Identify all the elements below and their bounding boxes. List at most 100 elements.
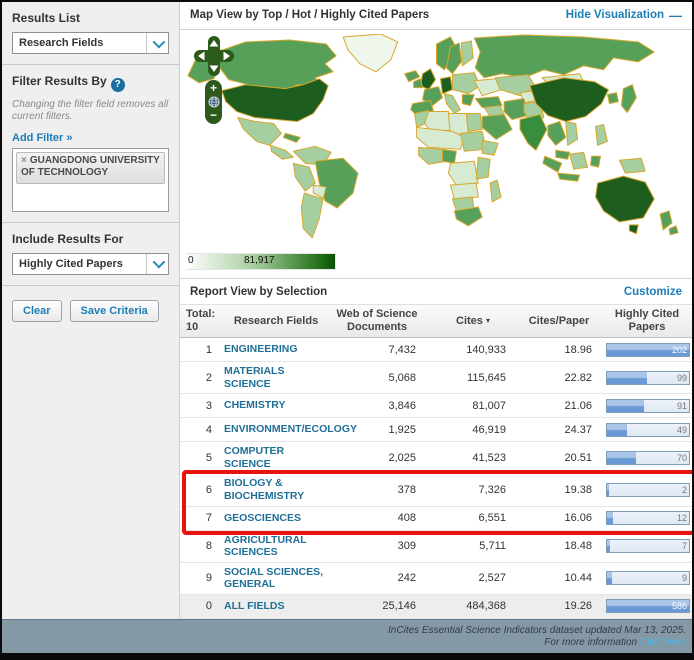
- row-wos-documents: 1,925: [328, 424, 430, 436]
- row-rank: 3: [180, 400, 216, 412]
- row-cites-per-paper: 18.48: [520, 540, 602, 552]
- filter-tag[interactable]: ×GUANGDONG UNIVERSITY OF TECHNOLOGY: [16, 152, 165, 184]
- include-results-label: Include Results For: [12, 232, 169, 246]
- row-cites-per-paper: 24.37: [520, 424, 602, 436]
- row-cites-per-paper: 18.96: [520, 344, 602, 356]
- column-header-highly-cited-papers: Highly Cited Papers: [602, 308, 692, 333]
- remove-filter-icon[interactable]: ×: [21, 155, 27, 166]
- row-cites: 140,933: [430, 344, 520, 356]
- clear-button[interactable]: Clear: [12, 300, 62, 322]
- filter-results-label: Filter Results By?: [12, 74, 169, 92]
- hide-visualization-link[interactable]: Hide Visualization: [566, 9, 664, 21]
- row-cites: 2,527: [430, 572, 520, 584]
- scale-min-label: 0: [188, 255, 194, 266]
- footer-more-info: For more information Click Here: [544, 637, 686, 648]
- filter-note: Changing the filter field removes all cu…: [12, 99, 169, 124]
- zoom-out-button[interactable]: −: [205, 109, 222, 122]
- save-criteria-button[interactable]: Save Criteria: [70, 300, 159, 322]
- row-cites-per-paper: 20.51: [520, 452, 602, 464]
- highly-cited-value: 49: [677, 425, 687, 435]
- results-list-label: Results List: [12, 11, 169, 25]
- row-cites-per-paper: 19.38: [520, 484, 602, 496]
- research-field-link[interactable]: CHEMISTRY: [224, 399, 285, 412]
- highly-cited-value: 586: [672, 601, 687, 611]
- column-header-total: Total: 10: [180, 308, 216, 333]
- row-rank: 7: [180, 512, 216, 524]
- column-header-wos-documents: Web of Science Documents: [328, 308, 430, 333]
- map-view-title: Map View by Top / Hot / Highly Cited Pap…: [190, 9, 429, 21]
- row-rank: 5: [180, 452, 216, 464]
- row-rank: 2: [180, 372, 216, 384]
- map-pan-control[interactable]: [194, 36, 234, 76]
- row-cites: 41,523: [430, 452, 520, 464]
- highly-cited-bar: 99: [606, 371, 690, 385]
- add-filter-link[interactable]: Add Filter »: [12, 132, 73, 144]
- column-header-cites[interactable]: Cites ▾: [430, 315, 520, 328]
- row-wos-documents: 2,025: [328, 452, 430, 464]
- results-list-select[interactable]: Research Fields: [12, 32, 169, 54]
- highly-cited-bar: 12: [606, 511, 690, 525]
- row-cites-per-paper: 22.82: [520, 372, 602, 384]
- row-cites-per-paper: 21.06: [520, 400, 602, 412]
- research-field-link[interactable]: COMPUTER SCIENCE: [224, 445, 328, 470]
- report-table: Total: 10 Research Fields Web of Science…: [180, 305, 692, 619]
- highly-cited-value: 12: [677, 513, 687, 523]
- row-wos-documents: 25,146: [328, 600, 430, 612]
- highly-cited-bar: 202: [606, 343, 690, 357]
- highly-cited-bar: 7: [606, 539, 690, 553]
- filter-tag-label: GUANGDONG UNIVERSITY OF TECHNOLOGY: [21, 155, 160, 179]
- row-wos-documents: 3,846: [328, 400, 430, 412]
- row-cites: 484,368: [430, 600, 520, 612]
- row-wos-documents: 242: [328, 572, 430, 584]
- research-field-link[interactable]: ALL FIELDS: [224, 600, 284, 613]
- row-rank: 9: [180, 572, 216, 584]
- report-view-title: Report View by Selection: [190, 286, 327, 298]
- table-row: 7 GEOSCIENCES 408 6,551 16.06 12: [180, 507, 692, 531]
- table-row: 3 CHEMISTRY 3,846 81,007 21.06 91: [180, 394, 692, 418]
- research-field-link[interactable]: MATERIALS SCIENCE: [224, 365, 328, 390]
- research-field-link[interactable]: ENGINEERING: [224, 343, 298, 356]
- main-panel: Map View by Top / Hot / Highly Cited Pap…: [180, 2, 692, 619]
- results-list-selected-value: Research Fields: [19, 37, 103, 49]
- sort-descending-icon: ▾: [486, 316, 490, 325]
- row-cites: 5,711: [430, 540, 520, 552]
- collapse-icon[interactable]: —: [669, 8, 682, 23]
- table-row: 9 SOCIAL SCIENCES, GENERAL 242 2,527 10.…: [180, 563, 692, 595]
- chevron-down-icon: [146, 254, 168, 274]
- row-cites: 81,007: [430, 400, 520, 412]
- highly-cited-bar: 91: [606, 399, 690, 413]
- row-cites-per-paper: 19.26: [520, 600, 602, 612]
- table-row: 4 ENVIRONMENT/ECOLOGY 1,925 46,919 24.37…: [180, 418, 692, 442]
- row-wos-documents: 309: [328, 540, 430, 552]
- row-rank: 0: [180, 600, 216, 612]
- highly-cited-value: 9: [682, 573, 687, 583]
- highly-cited-value: 91: [677, 401, 687, 411]
- highly-cited-bar: 2: [606, 483, 690, 497]
- row-rank: 1: [180, 344, 216, 356]
- include-results-selected-value: Highly Cited Papers: [19, 258, 123, 270]
- row-rank: 8: [180, 540, 216, 552]
- include-results-select[interactable]: Highly Cited Papers: [12, 253, 169, 275]
- research-field-link[interactable]: BIOLOGY & BIOCHEMISTRY: [224, 477, 328, 502]
- table-header-row: Total: 10 Research Fields Web of Science…: [180, 305, 692, 338]
- research-field-link[interactable]: GEOSCIENCES: [224, 512, 301, 525]
- customize-link[interactable]: Customize: [624, 286, 682, 298]
- row-rank: 6: [180, 484, 216, 496]
- sidebar: Results List Research Fields Filter Resu…: [2, 2, 180, 619]
- row-cites: 115,645: [430, 372, 520, 384]
- table-row: 2 MATERIALS SCIENCE 5,068 115,645 22.82 …: [180, 362, 692, 394]
- globe-reset-button[interactable]: [208, 95, 220, 109]
- highly-cited-bar: 70: [606, 451, 690, 465]
- help-icon[interactable]: ?: [111, 78, 125, 92]
- highly-cited-value: 202: [672, 345, 687, 355]
- research-field-link[interactable]: AGRICULTURAL SCIENCES: [224, 534, 328, 559]
- chevron-down-icon: [146, 33, 168, 53]
- row-cites: 7,326: [430, 484, 520, 496]
- click-here-link[interactable]: Click Here: [640, 637, 686, 648]
- zoom-in-button[interactable]: +: [205, 82, 222, 95]
- footer-dataset-note: InCites Essential Science Indicators dat…: [388, 625, 686, 636]
- research-field-link[interactable]: SOCIAL SCIENCES, GENERAL: [224, 566, 328, 591]
- app-window: Results List Research Fields Filter Resu…: [0, 0, 694, 660]
- world-choropleth-map[interactable]: [186, 34, 688, 248]
- table-row: 8 AGRICULTURAL SCIENCES 309 5,711 18.48 …: [180, 531, 692, 563]
